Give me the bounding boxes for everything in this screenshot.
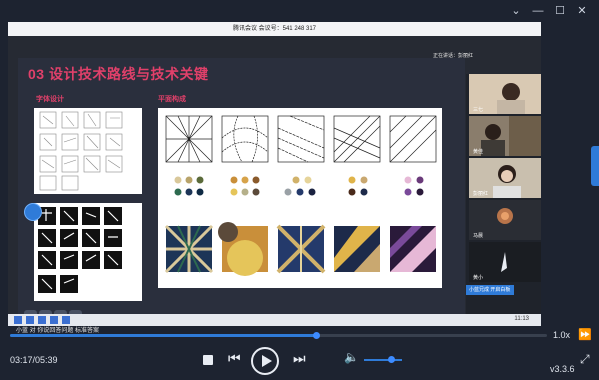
avatar[interactable] (24, 203, 42, 221)
volume-handle[interactable] (387, 356, 395, 363)
maximize-button[interactable]: ☐ (549, 2, 571, 20)
font-final-image (34, 203, 142, 301)
next-button[interactable]: ⏭ (293, 350, 306, 367)
os-taskbar: 11:13 (8, 314, 541, 326)
participant-name: 黄佳 (473, 149, 484, 155)
progress-handle[interactable] (313, 332, 321, 339)
volume-slider[interactable] (364, 359, 402, 361)
participant-tile[interactable]: 三七 (469, 74, 541, 114)
section-plane-composition: 平面构成 (158, 96, 186, 103)
windows-start-icon[interactable] (14, 316, 22, 324)
app-icon[interactable] (62, 316, 70, 324)
fullscreen-icon[interactable]: ⤢ (580, 352, 590, 367)
section-type-design: 字体设计 (36, 96, 64, 103)
minimize-button[interactable]: — (527, 2, 549, 20)
recording-note: 小蓝 对 你说回答问题 标准答案 (16, 328, 100, 334)
participant-name: 黄小 (473, 275, 484, 281)
participant-tile[interactable]: 黄佳 (469, 116, 541, 156)
window-controls: ⌄ — ☐ ✕ (505, 2, 593, 20)
video-player: ⌄ — ☐ ✕ 腾讯会议 会议号：541 248 317 正在讲话：彭丽红 03… (0, 0, 599, 380)
participant-tile[interactable]: 黄小 (469, 242, 541, 282)
meeting-recording-frame: 腾讯会议 会议号：541 248 317 正在讲话：彭丽红 03 设计技术路线与… (8, 22, 541, 334)
speed-selector[interactable]: 1.0x (553, 330, 570, 340)
stop-button[interactable] (203, 355, 213, 365)
time-display: 03:17/05:39 (10, 355, 58, 365)
version-label: v3.3.6 (550, 364, 575, 374)
side-panel-toggle[interactable] (591, 146, 599, 186)
volume-icon[interactable]: 🔈 (344, 350, 359, 364)
app-icon[interactable] (50, 316, 58, 324)
app-icon[interactable] (38, 316, 46, 324)
dropdown-icon[interactable]: ⌄ (505, 2, 527, 20)
participant-status-tag: 小蓝兄成 开启白板 (466, 285, 514, 295)
search-icon[interactable] (26, 316, 34, 324)
slide-title: 03 设计技术路线与技术关键 (28, 66, 209, 82)
participant-name: 彭丽红 (473, 191, 489, 197)
participant-name: 马晨 (473, 233, 484, 239)
play-button[interactable] (251, 347, 279, 375)
shared-slide: 03 设计技术路线与技术关键 字体设计 平面构成 (18, 58, 465, 320)
previous-button[interactable]: ⏮ (228, 350, 241, 367)
skip-forward-icon[interactable]: ⏩ (578, 328, 592, 341)
taskbar-clock: 11:13 (514, 316, 529, 322)
close-button[interactable]: ✕ (571, 2, 593, 20)
participant-tile[interactable]: 马晨 (469, 200, 541, 240)
meeting-title-bar: 腾讯会议 会议号：541 248 317 (8, 22, 541, 36)
font-sketch-image (34, 108, 142, 194)
progress-bar[interactable] (10, 332, 547, 339)
taskbar-icons (14, 316, 70, 324)
participant-tile[interactable]: 彭丽红 (469, 158, 541, 198)
participant-name: 三七 (473, 107, 484, 113)
plane-composition-board (158, 108, 442, 288)
progress-fill (10, 334, 317, 337)
